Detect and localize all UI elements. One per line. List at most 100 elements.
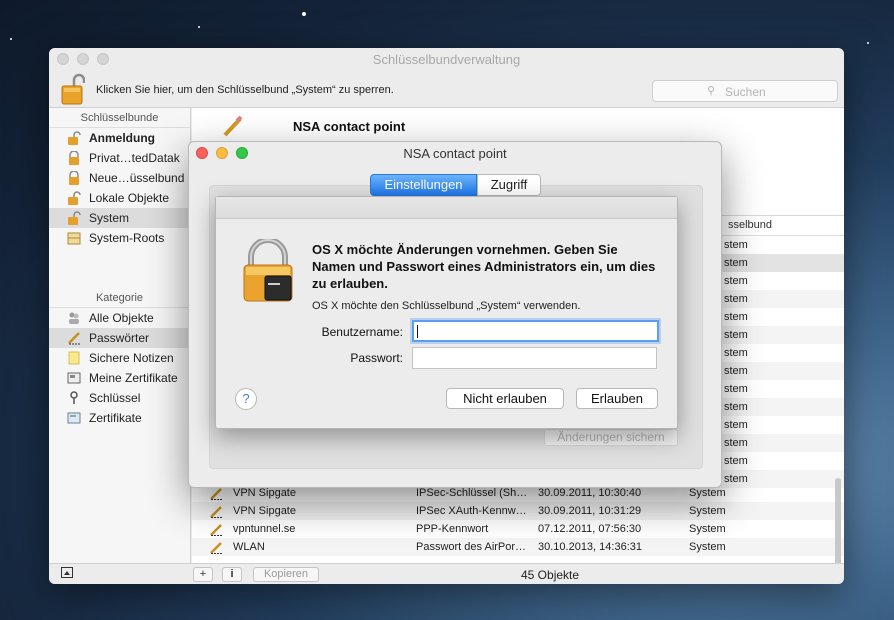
sidebar-item-label: Passwörter [89, 331, 150, 345]
pen-icon [67, 331, 81, 345]
add-item-button[interactable]: + [193, 567, 213, 582]
row-keychain: stem [724, 239, 748, 251]
star [867, 42, 869, 44]
username-field[interactable] [412, 320, 659, 342]
sidebar-toggle-button[interactable] [59, 567, 75, 582]
row-keychain: stem [724, 293, 748, 305]
pen-icon [210, 541, 223, 554]
star [302, 12, 306, 16]
certificate-icon [67, 371, 81, 385]
info-button[interactable]: i [222, 567, 242, 582]
lock-instruction[interactable]: Klicken Sie hier, um den Schlüsselbund „… [96, 84, 394, 96]
sidebar-item-label: Neue…üsselbund [89, 171, 185, 185]
category-header: Kategorie [49, 288, 190, 308]
detail-item-name: NSA contact point [293, 119, 406, 134]
row-keychain: stem [724, 365, 748, 377]
lock-open-icon [67, 211, 81, 225]
row-date: 30.09.2011, 10:31:29 [538, 505, 642, 517]
sidebar-item-private[interactable]: Privat…tedDatak [49, 148, 190, 168]
row-keychain: stem [724, 329, 748, 341]
item-count: 45 Objekte [521, 568, 580, 582]
row-name: vpntunnel.se [233, 523, 296, 535]
sidebar-item-new-keychain[interactable]: Neue…üsselbund [49, 168, 190, 188]
lock-icon [241, 237, 295, 303]
sidebar-item-label: Sichere Notizen [89, 351, 174, 365]
pen-icon [222, 115, 244, 138]
password-label: Passwort: [350, 351, 403, 365]
row-keychain: stem [724, 347, 748, 359]
search-placeholder: Suchen [725, 85, 766, 99]
lock-open-icon [67, 191, 81, 205]
sidebar-item-passwords[interactable]: Passwörter [49, 328, 190, 348]
row-keychain: System [689, 487, 726, 499]
row-keychain: stem [724, 311, 748, 323]
row-keychain: stem [724, 383, 748, 395]
search-input[interactable]: ⚲ Suchen [652, 80, 838, 102]
sidebar-item-keys[interactable]: Schlüssel [49, 388, 190, 408]
sidebar-item-label: Zertifikate [89, 411, 142, 425]
sidebar-item-secure-notes[interactable]: Sichere Notizen [49, 348, 190, 368]
tab-access[interactable]: Zugriff [477, 174, 541, 196]
row-keychain: stem [724, 437, 748, 449]
table-row[interactable]: WLAN Passwort des AirPor… 30.10.2013, 14… [192, 538, 844, 556]
lock-open-icon [67, 131, 81, 145]
sidebar-item-label: Privat…tedDatak [89, 151, 180, 165]
window-title: Schlüsselbundverwaltung [372, 52, 521, 67]
auth-subtext: OS X möchte den Schlüsselbund „System“ v… [312, 300, 581, 312]
pen-icon [210, 523, 223, 536]
row-kind: Passwort des AirPor… [416, 541, 527, 553]
table-row[interactable]: VPN Sipgate IPSec XAuth-Kennw… 30.09.201… [192, 502, 844, 520]
bottom-bar: + i Kopieren 45 Objekte [49, 563, 844, 584]
row-keychain: System [689, 523, 726, 535]
keychains-header: Schlüsselbunde [49, 108, 190, 128]
auth-heading: OS X möchte Änderungen vornehmen. Geben … [312, 242, 656, 291]
lock-icon [67, 170, 81, 185]
row-kind: IPSec XAuth-Kennw… [416, 505, 527, 517]
pen-icon [210, 505, 223, 518]
row-date: 30.10.2013, 14:36:31 [538, 541, 642, 553]
sidebar-item-all-items[interactable]: Alle Objekte [49, 308, 190, 328]
row-keychain: stem [724, 455, 748, 467]
sidebar-item-my-certificates[interactable]: Meine Zertifikate [49, 368, 190, 388]
copy-button[interactable]: Kopieren [253, 567, 319, 582]
sidebar-item-label: Meine Zertifikate [89, 371, 178, 385]
row-keychain: System [689, 505, 726, 517]
row-keychain: System [689, 541, 726, 553]
password-field[interactable] [412, 347, 657, 369]
edit-window-title: NSA contact point [403, 146, 507, 161]
lock-icon [67, 150, 81, 165]
sheet-header [216, 197, 677, 219]
row-keychain: stem [724, 257, 748, 269]
sidebar-item-anmeldung[interactable]: Anmeldung [49, 128, 190, 148]
row-name: WLAN [233, 541, 265, 553]
search-icon: ⚲ [707, 85, 716, 97]
sidebar-item-local-items[interactable]: Lokale Objekte [49, 188, 190, 208]
help-button[interactable]: ? [235, 388, 257, 410]
sidebar-item-system[interactable]: System [49, 208, 190, 228]
tab-settings[interactable]: Einstellungen [370, 174, 477, 196]
key-icon [67, 391, 81, 405]
certificate-icon [67, 411, 81, 425]
pen-icon [210, 487, 223, 500]
row-date: 07.12.2011, 07:56:30 [538, 523, 642, 535]
sidebar-item-certificates[interactable]: Zertifikate [49, 408, 190, 428]
deny-button[interactable]: Nicht erlauben [446, 388, 564, 409]
sidebar: Schlüsselbunde Anmeldung Privat…tedDatak… [49, 108, 191, 563]
lock-open-icon[interactable] [61, 72, 86, 106]
star [10, 38, 12, 40]
sidebar-item-system-roots[interactable]: System-Roots [49, 228, 190, 248]
row-date: 30.09.2011, 10:30:40 [538, 487, 642, 499]
people-icon [67, 311, 81, 325]
username-label: Benutzername: [321, 325, 403, 339]
sidebar-item-label: Alle Objekte [89, 311, 154, 325]
column-keychain-header[interactable]: sselbund [728, 219, 772, 231]
table-row[interactable]: vpntunnel.se PPP-Kennwort 07.12.2011, 07… [192, 520, 844, 538]
text-caret [417, 325, 418, 338]
sidebar-item-label: System-Roots [89, 231, 165, 245]
title-bar: Schlüsselbundverwaltung [49, 48, 844, 70]
save-changes-button[interactable]: Änderungen sichern [544, 429, 678, 446]
allow-button[interactable]: Erlauben [576, 388, 658, 409]
row-keychain: stem [724, 275, 748, 287]
edit-title-bar: NSA contact point [189, 142, 721, 164]
sidebar-item-label: Lokale Objekte [89, 191, 170, 205]
